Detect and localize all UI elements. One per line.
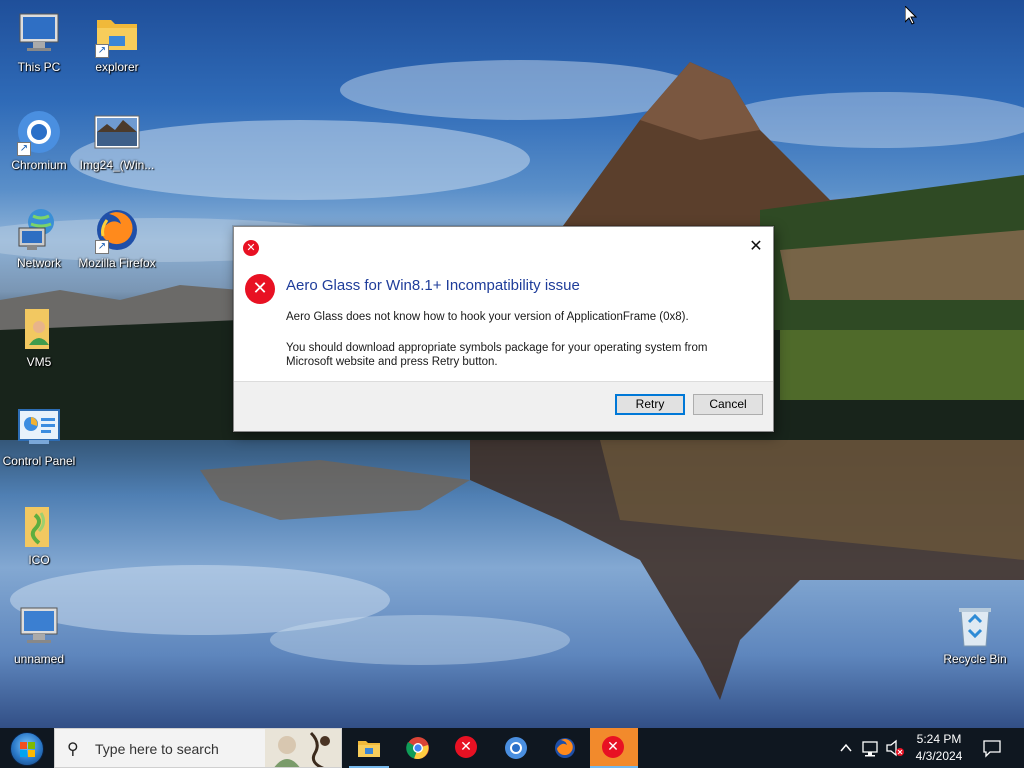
desktop-icon-label: This PC	[17, 60, 61, 74]
taskbar-app-file-explorer[interactable]	[345, 728, 393, 768]
desktop-icon-control-panel[interactable]: Control Panel	[0, 404, 78, 468]
desktop-icon-label: VM5	[26, 355, 52, 369]
chromium-icon	[504, 736, 528, 760]
volume-muted-icon[interactable]	[884, 728, 906, 768]
dialog-titlebar[interactable]: ✕ ✕	[234, 227, 773, 259]
shortcut-arrow-icon: ↗	[95, 44, 109, 58]
chevron-up-icon[interactable]	[836, 728, 856, 768]
desktop-icon-this-pc[interactable]: This PC	[0, 10, 78, 74]
desktop-icon-chromium[interactable]: ↗ Chromium	[0, 108, 78, 172]
desktop-icon-label: Control Panel	[2, 454, 76, 468]
monitor-icon	[15, 602, 63, 650]
close-button[interactable]: ✕	[741, 233, 771, 259]
desktop-icon-label: Img24_(Win...	[79, 158, 155, 172]
error-dialog: ✕ ✕ ✕ Aero Glass for Win8.1+ Incompatibi…	[233, 226, 774, 432]
folder-icon	[357, 736, 381, 760]
error-icon: ✕	[245, 274, 275, 304]
search-placeholder: Type here to search	[95, 741, 219, 757]
notification-icon[interactable]	[978, 728, 1006, 768]
this-pc-icon	[15, 10, 63, 58]
firefox-icon: ↗	[93, 206, 141, 254]
chrome-icon	[406, 736, 430, 760]
desktop-icon-label: unnamed	[13, 652, 65, 666]
folder-icon: ↗	[93, 10, 141, 58]
mouse-cursor-icon	[904, 4, 918, 25]
chromium-icon: ↗	[15, 108, 63, 156]
system-clock[interactable]: 5:24 PM 4/3/2024	[909, 731, 969, 765]
windows-logo-icon	[10, 732, 44, 766]
dialog-message: You should download appropriate symbols …	[286, 342, 708, 368]
clock-time: 5:24 PM	[916, 732, 962, 746]
dialog-heading: Aero Glass for Win8.1+ Incompatibility i…	[286, 277, 580, 294]
desktop-icon-recycle-bin[interactable]: Recycle Bin	[936, 602, 1014, 666]
search-input[interactable]: ⚲ Type here to search	[54, 728, 342, 768]
clock-date: 4/3/2024	[915, 749, 963, 763]
retry-button[interactable]: Retry	[615, 394, 685, 415]
recycle-bin-icon	[951, 602, 999, 650]
firefox-icon	[553, 736, 577, 760]
network-icon	[15, 206, 63, 254]
desktop-icon-vm5[interactable]: VM5	[0, 305, 78, 369]
control-panel-icon	[15, 404, 63, 452]
taskbar-app-chromium[interactable]	[492, 728, 540, 768]
taskbar: ⚲ Type here to search ✕ ✕ 5:24 PM 4/3/20…	[0, 728, 1024, 768]
desktop-icon-network[interactable]: Network	[0, 206, 78, 270]
dialog-footer: Retry Cancel	[234, 381, 773, 431]
user-folder-icon	[15, 305, 63, 353]
desktop-icon-unnamed[interactable]: unnamed	[0, 602, 78, 666]
desktop-icon-img24[interactable]: Img24_(Win...	[78, 108, 156, 172]
taskbar-app-error-1[interactable]: ✕	[443, 728, 491, 768]
cancel-button[interactable]: Cancel	[693, 394, 763, 415]
shortcut-arrow-icon: ↗	[17, 142, 31, 156]
desktop-icon-label: ICO	[28, 553, 50, 567]
desktop-icon-label: Recycle Bin	[943, 652, 1007, 666]
dialog-message: Aero Glass does not know how to hook you…	[286, 311, 689, 323]
taskbar-app-firefox[interactable]	[541, 728, 589, 768]
desktop-icon-label: Mozilla Firefox	[78, 256, 156, 270]
error-x-icon: ✕	[602, 736, 626, 760]
search-icon: ⚲	[67, 739, 79, 758]
desktop-icon-label: Network	[16, 256, 61, 270]
zip-folder-icon	[15, 503, 63, 551]
taskbar-app-chrome[interactable]	[394, 728, 442, 768]
error-icon: ✕	[243, 240, 259, 256]
desktop-icon-label: Chromium	[11, 158, 67, 172]
desktop-icon-explorer[interactable]: ↗ explorer	[78, 10, 156, 74]
shortcut-arrow-icon: ↗	[95, 240, 109, 254]
image-thumbnail-icon	[93, 108, 141, 156]
desktop-icon-ico[interactable]: ICO	[0, 503, 78, 567]
search-highlight-image	[265, 729, 341, 767]
desktop-icon-label: explorer	[95, 60, 139, 74]
network-icon[interactable]	[860, 728, 882, 768]
desktop-icon-firefox[interactable]: ↗ Mozilla Firefox	[78, 206, 156, 270]
error-x-icon: ✕	[455, 736, 479, 760]
start-button[interactable]	[6, 731, 46, 767]
taskbar-app-error-2[interactable]: ✕	[590, 728, 638, 768]
